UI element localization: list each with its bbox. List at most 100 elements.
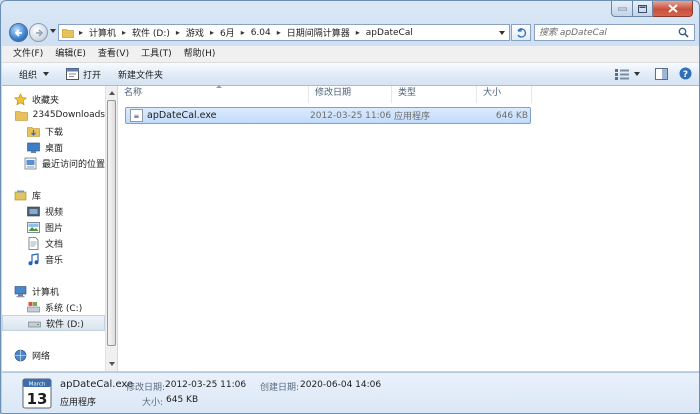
organize-button[interactable]: 组织	[19, 63, 50, 85]
open-button[interactable]: 打开	[66, 63, 101, 85]
column-header-size[interactable]: 大小	[477, 86, 532, 103]
downloads-folder-icon	[27, 126, 40, 137]
folder-icon	[14, 110, 28, 121]
breadcrumb-separator[interactable]: ▸	[208, 28, 216, 37]
breadcrumb-drive-d[interactable]: 软件 (D:)	[128, 26, 174, 39]
nav-item-label: 2345Downloads	[32, 110, 105, 120]
refresh-button[interactable]	[511, 24, 531, 41]
column-headers: 名称 修改日期 类型 大小	[118, 86, 532, 103]
details-created-label: 创建日期:	[260, 383, 300, 393]
nav-item-desktop[interactable]: 桌面	[2, 139, 105, 155]
sort-indicator-icon	[216, 85, 222, 88]
file-row[interactable]: ≡ apDateCal.exe 2012-03-25 11:06 应用程序 64…	[125, 107, 531, 124]
change-view-icon[interactable]	[615, 68, 629, 80]
minimize-icon	[617, 7, 627, 10]
nav-item-label: 文档	[45, 239, 64, 250]
nav-item-label: 软件 (D:)	[46, 319, 84, 330]
breadcrumb-separator[interactable]: ▸	[354, 28, 362, 37]
window-controls	[611, 1, 693, 17]
computer-icon	[14, 285, 27, 297]
command-bar: 组织 打开 新建文件夹 ?	[2, 63, 699, 86]
scrollbar-thumb[interactable]	[107, 100, 116, 346]
back-button[interactable]	[9, 23, 28, 42]
column-header-type[interactable]: 类型	[392, 86, 477, 103]
breadcrumb-separator[interactable]: ▸	[275, 28, 283, 37]
breadcrumb-computer[interactable]: 计算机	[85, 26, 120, 39]
nav-item-label: 图片	[45, 223, 64, 234]
menu-tools[interactable]: 工具(T)	[135, 46, 178, 62]
menu-help[interactable]: 帮助(H)	[178, 46, 222, 62]
nav-item-label: 桌面	[45, 143, 64, 154]
forward-button[interactable]	[29, 23, 48, 42]
menu-view[interactable]: 查看(V)	[92, 46, 135, 62]
breadcrumb-separator[interactable]: ▸	[120, 28, 128, 37]
svg-text:≡: ≡	[134, 113, 140, 121]
nav-item-recent-places[interactable]: 最近访问的位置	[2, 155, 105, 171]
maximize-icon	[638, 4, 647, 13]
breadcrumb-separator[interactable]: ▸	[77, 28, 85, 37]
nav-item-drive-c[interactable]: 系统 (C:)	[2, 299, 105, 315]
nav-network[interactable]: 网络	[2, 347, 105, 363]
search-box[interactable]	[534, 24, 695, 41]
nav-item-music[interactable]: 音乐	[2, 251, 105, 267]
desktop-icon	[27, 142, 40, 153]
search-input[interactable]	[539, 26, 679, 39]
calendar-app-icon: March 13	[22, 378, 52, 409]
arrow-right-icon	[35, 28, 43, 37]
nav-item-documents[interactable]: 文档	[2, 235, 105, 251]
nav-favorites[interactable]: 收藏夹	[2, 91, 105, 107]
open-label: 打开	[83, 70, 102, 81]
music-icon	[28, 252, 39, 265]
column-header-modified[interactable]: 修改日期	[309, 86, 392, 103]
open-app-icon	[66, 68, 79, 80]
nav-item-label: 最近访问的位置	[41, 159, 105, 170]
maximize-button[interactable]	[633, 1, 653, 17]
breadcrumb-games[interactable]: 游戏	[182, 26, 208, 39]
details-filename: apDateCal.exe	[60, 379, 134, 390]
help-icon[interactable]: ?	[679, 67, 692, 80]
nav-item-drive-d[interactable]: 软件 (D:)	[2, 315, 105, 331]
nav-libraries[interactable]: 库	[2, 187, 105, 203]
view-controls: ?	[615, 67, 692, 80]
breadcrumb-date-calculator[interactable]: 日期间隔计算器	[283, 26, 354, 39]
breadcrumb-separator[interactable]: ▸	[239, 28, 247, 37]
details-size-label: 大小:	[142, 398, 164, 408]
exe-file-icon: ≡	[130, 109, 143, 122]
menu-file[interactable]: 文件(F)	[2, 46, 49, 62]
preview-pane-icon[interactable]	[655, 67, 668, 80]
search-icon[interactable]	[678, 27, 689, 38]
new-folder-label: 新建文件夹	[118, 70, 164, 81]
nav-favorites-label: 收藏夹	[32, 95, 60, 106]
address-history-dropdown[interactable]	[499, 31, 505, 35]
nav-computer[interactable]: 计算机	[2, 283, 105, 299]
star-icon	[14, 92, 27, 105]
file-list-pane: 名称 修改日期 类型 大小 ≡ apDateCal.exe 2012-03-25…	[118, 85, 699, 371]
address-bar[interactable]: ▸ 计算机 ▸ 软件 (D:) ▸ 游戏 ▸ 6月 ▸ 6.04 ▸ 日期间隔计…	[58, 24, 510, 41]
nav-item-label: 下载	[45, 127, 64, 138]
nav-network-label: 网络	[32, 351, 51, 362]
arrow-left-icon	[14, 28, 22, 37]
explorer-window: ▸ 计算机 ▸ 软件 (D:) ▸ 游戏 ▸ 6月 ▸ 6.04 ▸ 日期间隔计…	[0, 0, 700, 414]
nav-item-2345downloads[interactable]: 2345Downloads	[2, 107, 105, 123]
nav-pane-scrollbar[interactable]	[105, 86, 117, 371]
breadcrumb-apdatecal[interactable]: apDateCal	[362, 28, 417, 38]
minimize-button[interactable]	[611, 1, 633, 17]
nav-item-label: 音乐	[45, 255, 64, 266]
column-header-name[interactable]: 名称	[118, 86, 309, 103]
nav-item-label: 系统 (C:)	[45, 303, 83, 314]
svg-text:?: ?	[683, 70, 688, 80]
scroll-up-icon[interactable]	[109, 91, 115, 95]
close-button[interactable]	[653, 1, 693, 17]
nav-item-pictures[interactable]: 图片	[2, 219, 105, 235]
new-folder-button[interactable]: 新建文件夹	[118, 63, 163, 85]
nav-item-videos[interactable]: 视频	[2, 203, 105, 219]
scroll-down-icon[interactable]	[109, 362, 115, 366]
menu-edit[interactable]: 编辑(E)	[49, 46, 92, 62]
breadcrumb-separator[interactable]: ▸	[174, 28, 182, 37]
breadcrumb-june[interactable]: 6月	[216, 26, 239, 39]
view-options-chevron-icon[interactable]	[634, 71, 640, 76]
breadcrumb-604[interactable]: 6.04	[247, 28, 275, 38]
details-modified-value: 2012-03-25 11:06	[165, 380, 247, 390]
nav-item-downloads[interactable]: 下载	[2, 123, 105, 139]
recent-pages-dropdown[interactable]	[50, 29, 56, 33]
